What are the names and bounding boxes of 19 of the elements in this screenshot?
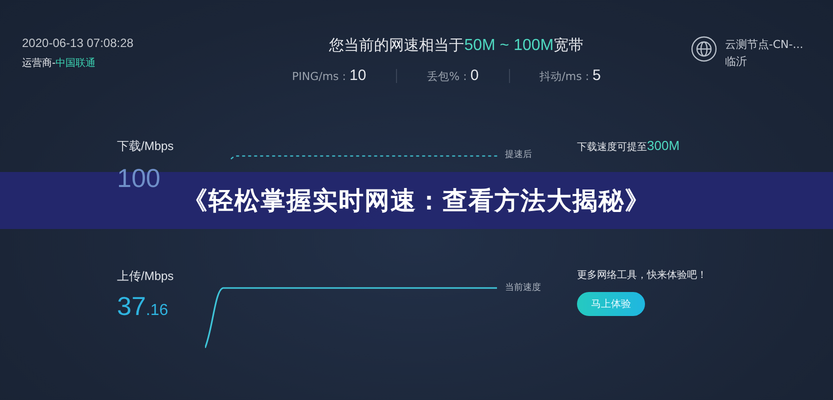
curve-label: 当前速度: [505, 282, 542, 294]
globe-icon: [690, 36, 717, 62]
tools-text: 更多网络工具，快来体验吧！: [577, 268, 708, 282]
try-now-button[interactable]: 马上体验: [577, 292, 645, 316]
timestamp: 2020-06-13 07:08:28: [22, 36, 134, 50]
node-name: 云测节点-CN-...: [724, 37, 804, 53]
stat-reading: PING/ms : 10: [291, 67, 368, 84]
speed-headline: 您当前的网速相当于50M ~ 100M宽带: [328, 36, 585, 55]
banner-title: 《轻松掌握实时网速：查看方法大揭秘》: [182, 185, 650, 217]
stat-reading: 抖动/ms : 5: [538, 67, 602, 84]
download-speed: 100: [117, 163, 160, 194]
node-city: 临沂: [724, 54, 748, 70]
download-label: 下载/Mbps: [117, 138, 175, 155]
curve-label: 提速后: [505, 148, 533, 161]
upload-speed: 37.16: [117, 291, 170, 322]
upload-label: 上传/Mbps: [117, 268, 175, 285]
stat-reading: 丢包% : 0: [426, 67, 480, 84]
isp-label: 运营商-中国联通: [22, 56, 97, 70]
upgrade-text: 下载速度可提至300M: [577, 138, 681, 154]
